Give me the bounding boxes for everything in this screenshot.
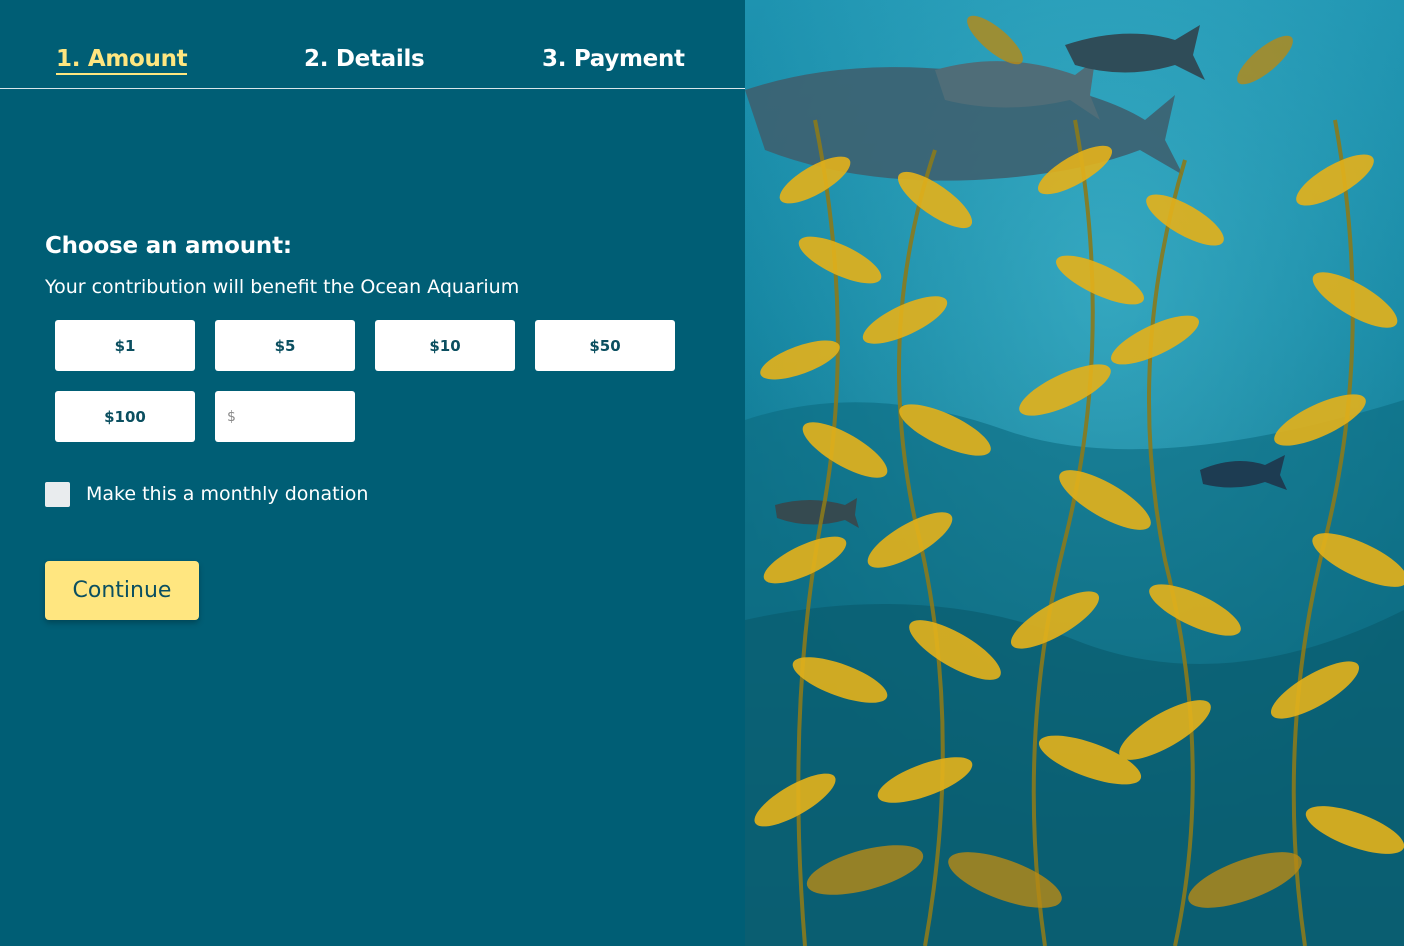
step-navigation: 1. Amount 2. Details 3. Payment bbox=[0, 0, 745, 89]
amount-button-5[interactable]: $5 bbox=[215, 320, 355, 371]
donation-form-panel: 1. Amount 2. Details 3. Payment Choose a… bbox=[0, 0, 745, 946]
monthly-donation-label[interactable]: Make this a monthly donation bbox=[86, 483, 368, 505]
custom-amount-field[interactable]: $ bbox=[215, 391, 355, 442]
kelp-forest-photo bbox=[745, 0, 1404, 946]
amount-button-100[interactable]: $100 bbox=[55, 391, 195, 442]
continue-button[interactable]: Continue bbox=[45, 561, 199, 620]
kelp-forest-illustration bbox=[745, 0, 1404, 946]
form-subtext: Your contribution will benefit the Ocean… bbox=[45, 276, 520, 298]
amount-button-10[interactable]: $10 bbox=[375, 320, 515, 371]
currency-symbol: $ bbox=[227, 408, 236, 425]
amount-button-50[interactable]: $50 bbox=[535, 320, 675, 371]
custom-amount-input[interactable] bbox=[239, 400, 344, 433]
step-payment-tab[interactable]: 3. Payment bbox=[542, 46, 685, 72]
monthly-donation-checkbox[interactable] bbox=[45, 482, 70, 507]
step-details-tab[interactable]: 2. Details bbox=[304, 46, 425, 72]
form-heading: Choose an amount: bbox=[45, 233, 292, 259]
amount-button-1[interactable]: $1 bbox=[55, 320, 195, 371]
step-amount-tab[interactable]: 1. Amount bbox=[56, 46, 188, 75]
